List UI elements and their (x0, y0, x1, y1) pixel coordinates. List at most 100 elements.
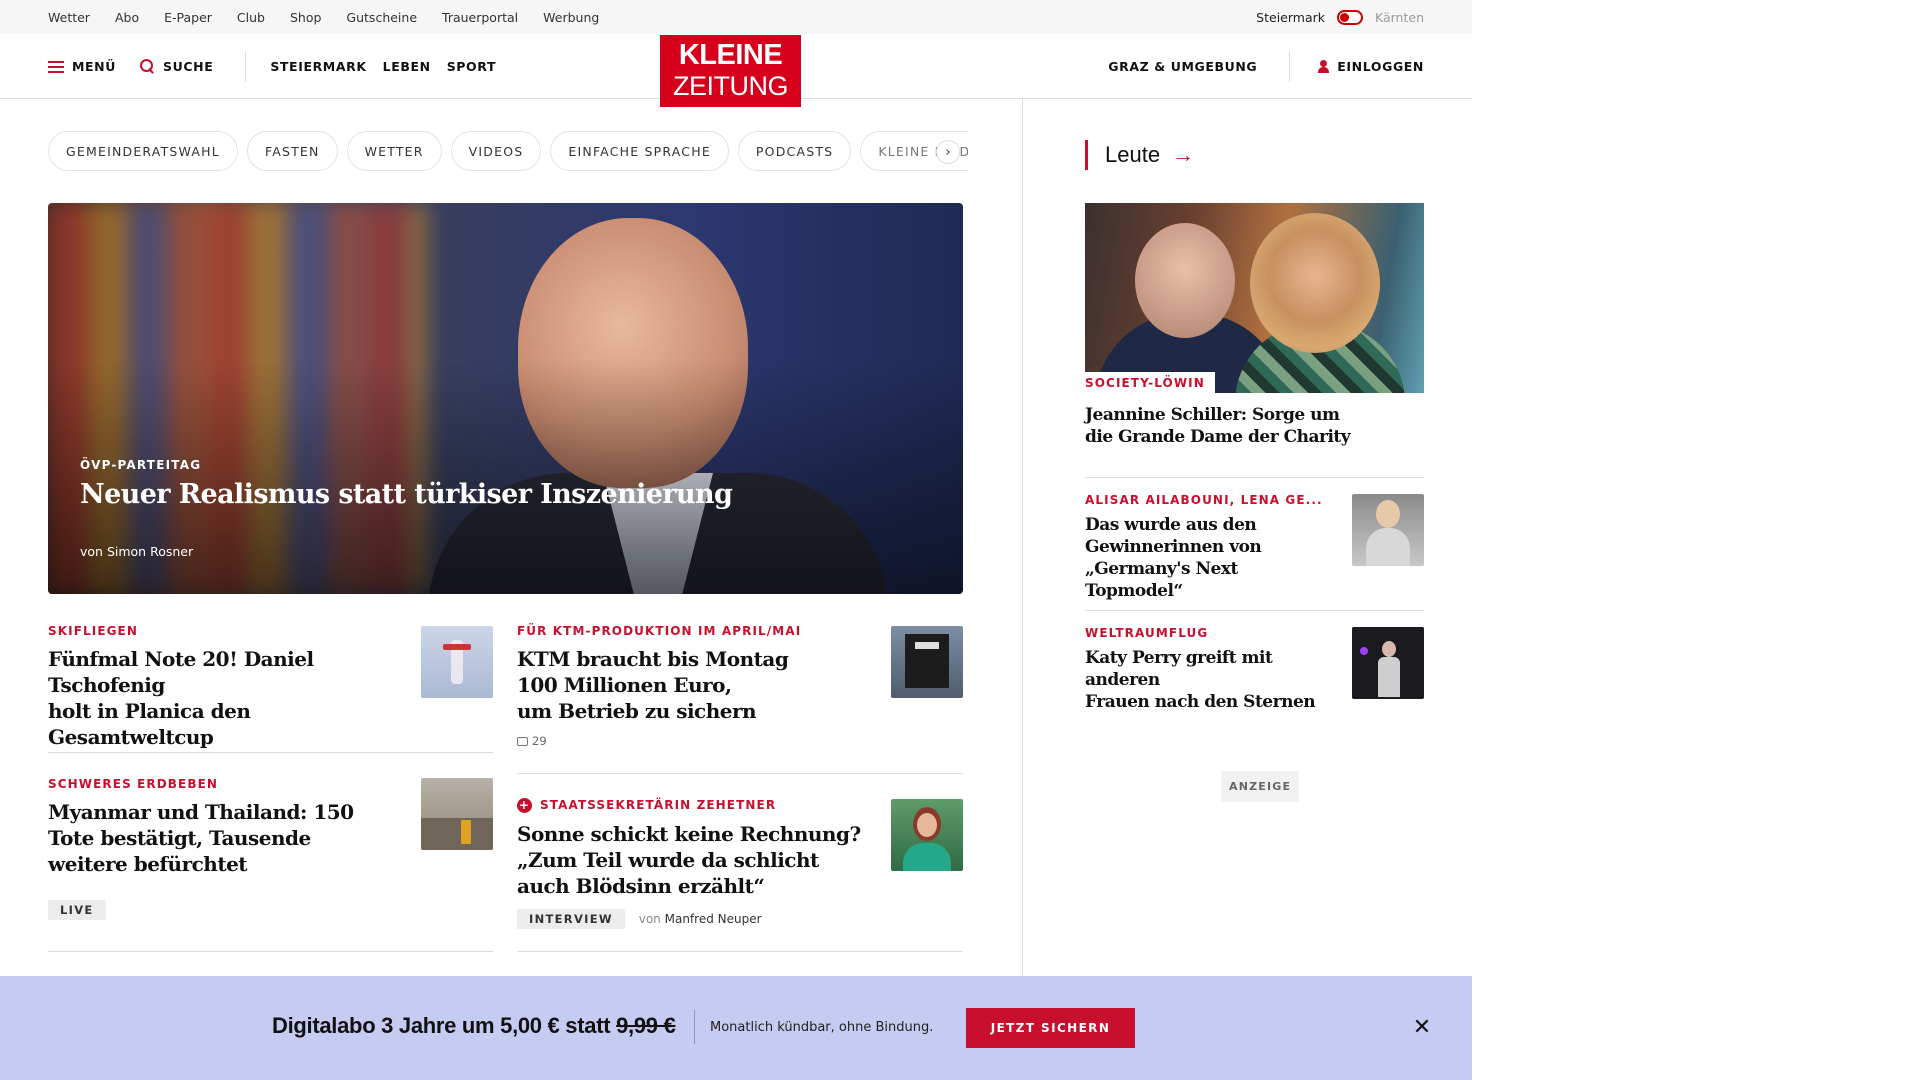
teaser-title-line: um Betrieb zu sichern (517, 699, 757, 723)
teaser-kicker: FÜR KTM-PRODUKTION IM APRIL/MAI (517, 624, 802, 638)
teaser-divider (517, 773, 963, 774)
region-steiermark[interactable]: Steiermark (1256, 10, 1325, 25)
sidebar-divider (1085, 610, 1424, 611)
teaser-title-line: Tote bestätigt, Tausende (48, 826, 311, 850)
teaser-title-line: KTM braucht bis Montag (517, 647, 789, 671)
sidebar-divider (1085, 477, 1424, 478)
menu-button[interactable]: MENÜ (48, 59, 116, 74)
promo-old-price: 9,99 € (616, 1013, 676, 1038)
nav-left: MENÜ SUCHE STEIERMARK LEBEN SPORT (48, 34, 496, 99)
sidebar-thumbnail-katy-perry[interactable] (1352, 627, 1424, 699)
promo-title: Digitalabo 3 Jahre um 5,00 € statt 9,99 … (272, 1013, 676, 1039)
teaser-title[interactable]: Sonne schickt keine Rechnung? „Zum Teil … (517, 821, 887, 899)
util-link-club[interactable]: Club (237, 10, 265, 25)
nav-graz[interactable]: GRAZ & UMGEBUNG (1108, 59, 1257, 74)
logo-line-1: KLEINE (678, 39, 783, 71)
comment-count[interactable]: 29 (517, 734, 887, 748)
sidebar-lead-image[interactable] (1085, 203, 1424, 393)
nav-divider-right (1289, 51, 1291, 82)
teaser-thumbnail-skijumper[interactable] (421, 626, 493, 698)
pill-videos[interactable]: VIDEOS (450, 131, 542, 171)
nav-leben[interactable]: LEBEN (383, 59, 431, 74)
teaser-title-line: Sonne schickt keine Rechnung? (517, 822, 861, 846)
search-button[interactable]: SUCHE (140, 59, 213, 74)
region-kaernten[interactable]: Kärnten (1375, 10, 1424, 25)
util-link-abo[interactable]: Abo (115, 10, 139, 25)
sidebar-item-gntm[interactable]: ALISAR AILABOUNI, LENA GE... Das wurde a… (1085, 493, 1335, 602)
sidebar-title-line: Das wurde aus den (1085, 515, 1257, 535)
site-logo[interactable]: KLEINE ZEITUNG (660, 35, 801, 107)
nav-right: GRAZ & UMGEBUNG EINLOGGEN (1108, 34, 1424, 99)
teaser-zehetner[interactable]: + STAATSSEKRETÄRIN ZEHETNER Sonne schickt… (517, 798, 887, 929)
pill-wetter[interactable]: WETTER (346, 131, 442, 171)
close-icon[interactable]: ✕ (1411, 1017, 1433, 1039)
teaser-thumbnail-zehetner[interactable] (891, 799, 963, 871)
image-person-head (1135, 223, 1235, 338)
section-title: Leute (1105, 142, 1161, 167)
interview-tag: INTERVIEW (517, 909, 625, 929)
teaser-kicker: SKIFLIEGEN (48, 624, 139, 638)
hero-article[interactable]: ÖVP-PARTEITAG Neuer Realismus statt türk… (48, 203, 963, 594)
news-site: Wetter Abo E-Paper Club Shop Gutscheine … (0, 0, 1472, 1080)
image-person-head (1250, 213, 1380, 353)
byline-prefix: von (638, 912, 661, 926)
sidebar-lead-kicker: SOCIETY-LÖWIN (1085, 376, 1205, 390)
login-button[interactable]: EINLOGGEN (1318, 59, 1424, 74)
sidebar-lead-title[interactable]: Jeannine Schiller: Sorge um die Grande D… (1085, 404, 1424, 448)
teaser-kicker-row: + STAATSSEKRETÄRIN ZEHETNER (517, 798, 887, 813)
hero-title[interactable]: Neuer Realismus statt türkiser Inszenier… (80, 479, 733, 510)
teaser-thumbnail-ktm[interactable] (891, 626, 963, 698)
util-link-wetter[interactable]: Wetter (48, 10, 90, 25)
sidebar-item-title[interactable]: Katy Perry greift mit anderen Frauen nac… (1085, 647, 1345, 713)
search-icon (140, 59, 155, 74)
sidebar-item-title[interactable]: Das wurde aus den Gewinnerinnen von „Ger… (1085, 514, 1335, 602)
byline-author[interactable]: Manfred Neuper (665, 912, 762, 926)
region-toggle[interactable] (1337, 9, 1363, 25)
teaser-title-line: auch Blödsinn erzählt“ (517, 874, 765, 898)
util-link-werbung[interactable]: Werbung (543, 10, 599, 25)
teaser-erdbeben[interactable]: SCHWERES ERDBEBEN Myanmar und Thailand: … (48, 777, 418, 920)
topic-pills: GEMEINDERATSWAHL FASTEN WETTER VIDEOS EI… (48, 131, 968, 171)
premium-plus-icon: + (517, 798, 532, 813)
hero-byline: von Simon Rosner (80, 544, 194, 559)
comment-count-value: 29 (532, 734, 547, 748)
sidebar-title-line: Frauen nach den Sternen (1085, 692, 1316, 712)
pill-gemeinderatswahl[interactable]: GEMEINDERATSWAHL (48, 131, 238, 171)
pill-einfache-sprache[interactable]: EINFACHE SPRACHE (550, 131, 729, 171)
teaser-divider (517, 951, 963, 952)
page: Wetter Abo E-Paper Club Shop Gutscheine … (0, 0, 1920, 1080)
util-link-epaper[interactable]: E-Paper (164, 10, 212, 25)
util-link-shop[interactable]: Shop (290, 10, 321, 25)
live-tag: LIVE (48, 900, 106, 920)
page-gutter (1472, 0, 1920, 1080)
teaser-title[interactable]: KTM braucht bis Montag 100 Millionen Eur… (517, 646, 887, 724)
pill-podcasts[interactable]: PODCASTS (737, 131, 852, 171)
utility-bar: Wetter Abo E-Paper Club Shop Gutscheine … (0, 0, 1472, 34)
teaser-skifliegen[interactable]: SKIFLIEGEN Fünfmal Note 20! Daniel Tscho… (48, 624, 418, 750)
sidebar-title-line: die Grande Dame der Charity (1085, 427, 1351, 447)
nav-steiermark[interactable]: STEIERMARK (270, 59, 366, 74)
teaser-thumbnail-earthquake[interactable] (421, 778, 493, 850)
teaser-divider (48, 951, 493, 952)
region-switch: Steiermark Kärnten (1256, 0, 1424, 34)
teaser-title[interactable]: Myanmar und Thailand: 150 Tote bestätigt… (48, 799, 418, 877)
sidebar-title-line: Katy Perry greift mit anderen (1085, 648, 1273, 690)
section-heading-leute[interactable]: Leute → (1085, 140, 1194, 170)
teaser-ktm[interactable]: FÜR KTM-PRODUKTION IM APRIL/MAI KTM brau… (517, 624, 887, 748)
ad-label: ANZEIGE (1221, 771, 1300, 802)
util-link-gutscheine[interactable]: Gutscheine (346, 10, 417, 25)
teaser-title[interactable]: Fünfmal Note 20! Daniel Tschofenig holt … (48, 646, 418, 750)
sidebar-item-katy-perry[interactable]: WELTRAUMFLUG Katy Perry greift mit ander… (1085, 626, 1345, 713)
teaser-title-line: holt in Planica den Gesamtweltcup (48, 699, 251, 749)
util-link-trauerportal[interactable]: Trauerportal (442, 10, 518, 25)
pill-fasten[interactable]: FASTEN (246, 131, 338, 171)
sidebar-thumbnail-gntm[interactable] (1352, 494, 1424, 566)
teaser-title-line: Fünfmal Note 20! Daniel Tschofenig (48, 647, 314, 697)
nav-sport[interactable]: SPORT (447, 59, 496, 74)
sidebar-title-line: Jeannine Schiller: Sorge um (1085, 405, 1340, 425)
promo-cta-button[interactable]: JETZT SICHERN (966, 1008, 1135, 1048)
nav-divider (245, 51, 247, 82)
chevron-right-icon[interactable]: › (936, 140, 960, 164)
sidebar-kicker: ALISAR AILABOUNI, LENA GE... (1085, 493, 1323, 507)
sidebar-lead-kicker-box: SOCIETY-LÖWIN (1085, 372, 1215, 393)
